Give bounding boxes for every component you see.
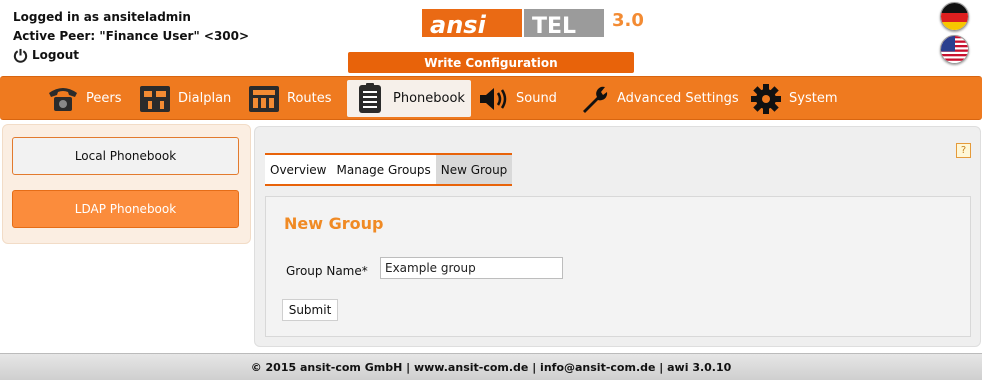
phonebook-icon xyxy=(359,82,381,113)
svg-text:TEL: TEL xyxy=(532,14,576,39)
svg-text:3.0: 3.0 xyxy=(612,10,644,31)
main-panel: ? Overview Manage Groups New Group New G… xyxy=(254,126,981,347)
nav-label-system: System xyxy=(789,91,838,106)
logout-link[interactable]: Logout xyxy=(13,46,249,65)
dialplan-icon xyxy=(140,85,170,112)
logged-in-text: Logged in as ansiteladmin xyxy=(13,10,191,24)
nav-label-advanced-settings: Advanced Settings xyxy=(617,91,739,106)
nav-item-system[interactable]: System xyxy=(743,80,843,117)
logout-label: Logout xyxy=(32,48,80,62)
ldap-phonebook-button[interactable]: LDAP Phonebook xyxy=(12,190,239,228)
main-nav: Peers Dialplan Routes Phonebook Sound Ad… xyxy=(0,76,982,120)
session-info: Logged in as ansiteladmin Active Peer: "… xyxy=(13,8,249,65)
nav-label-phonebook: Phonebook xyxy=(393,91,465,106)
svg-text:ansi: ansi xyxy=(430,11,487,39)
help-icon[interactable]: ? xyxy=(956,143,971,158)
group-name-label: Group Name* xyxy=(286,264,368,278)
group-name-input[interactable] xyxy=(380,257,563,279)
power-icon xyxy=(13,48,28,63)
tab-new-group[interactable]: New Group xyxy=(435,155,513,184)
footer: © 2015 ansit-com GmbH | www.ansit-com.de… xyxy=(0,353,982,380)
routes-icon xyxy=(249,85,279,112)
nav-item-peers[interactable]: Peers xyxy=(40,80,128,117)
form-title: New Group xyxy=(284,214,384,233)
speaker-icon xyxy=(480,87,507,110)
nav-item-dialplan[interactable]: Dialplan xyxy=(132,80,237,117)
nav-label-dialplan: Dialplan xyxy=(178,91,232,106)
local-phonebook-button[interactable]: Local Phonebook xyxy=(12,137,239,175)
nav-item-sound[interactable]: Sound xyxy=(470,80,563,117)
active-peer-text: Active Peer: "Finance User" <300> xyxy=(13,29,250,43)
nav-item-phonebook[interactable]: Phonebook xyxy=(347,80,471,117)
nav-item-routes[interactable]: Routes xyxy=(241,80,338,117)
new-group-form: New Group Group Name* Submit xyxy=(265,196,971,337)
tab-manage-groups[interactable]: Manage Groups xyxy=(332,155,436,184)
nav-label-sound: Sound xyxy=(516,91,557,106)
wrench-icon xyxy=(583,86,608,113)
phone-icon xyxy=(49,87,77,111)
gear-icon xyxy=(751,83,781,114)
write-configuration-button[interactable]: Write Configuration xyxy=(348,52,634,73)
nav-label-routes: Routes xyxy=(287,91,332,106)
tab-overview[interactable]: Overview xyxy=(265,155,332,184)
german-flag-icon[interactable] xyxy=(940,2,969,31)
submit-button[interactable]: Submit xyxy=(282,299,338,321)
phonebook-sidebar: Local Phonebook LDAP Phonebook xyxy=(2,124,251,244)
ansitel-logo: ansi TEL 3.0 xyxy=(422,9,644,39)
group-tabs: Overview Manage Groups New Group xyxy=(265,153,513,186)
nav-label-peers: Peers xyxy=(86,91,122,106)
nav-item-advanced-settings[interactable]: Advanced Settings xyxy=(571,80,745,117)
us-flag-icon[interactable] xyxy=(940,35,969,64)
